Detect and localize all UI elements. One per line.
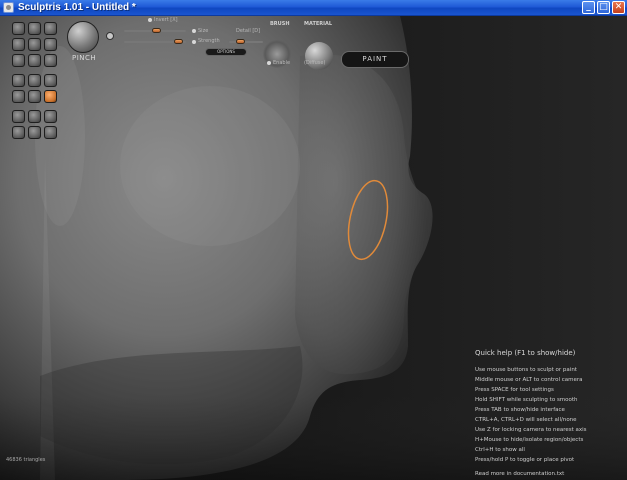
invert-radio[interactable] bbox=[148, 18, 152, 22]
strength-label: Strength bbox=[198, 38, 220, 44]
tool-palette bbox=[8, 20, 60, 139]
title-bar: Sculptris 1.01 - Untitled * _ □ ✕ bbox=[0, 0, 627, 16]
flatten-tool-icon[interactable] bbox=[12, 38, 25, 51]
rotate-tool-icon[interactable] bbox=[44, 22, 57, 35]
help-line: Hold SHIFT while sculpting to smooth bbox=[475, 397, 578, 403]
material-section-label: MATERIAL bbox=[304, 21, 333, 27]
new-sphere-icon[interactable] bbox=[12, 110, 25, 123]
app-icon[interactable] bbox=[3, 2, 14, 13]
pinch-tool-icon[interactable] bbox=[44, 90, 57, 103]
brush-section-label: BRUSH bbox=[270, 21, 290, 27]
reduce-tool-icon[interactable] bbox=[44, 54, 57, 67]
help-line: Press SPACE for tool settings bbox=[475, 387, 554, 393]
help-read-more: Read more in documentation.txt bbox=[475, 471, 565, 477]
new-plane-icon[interactable] bbox=[28, 110, 41, 123]
strength-radio[interactable] bbox=[192, 40, 196, 44]
size-label: Size bbox=[198, 28, 209, 34]
mask-tool-icon[interactable] bbox=[12, 74, 25, 87]
help-line: Use mouse buttons to sculpt or paint bbox=[475, 367, 577, 373]
scale-tool-icon[interactable] bbox=[44, 38, 57, 51]
quick-help-panel: Quick help (F1 to show/hide) Use mouse b… bbox=[475, 349, 623, 477]
detail-slider-knob[interactable] bbox=[236, 39, 245, 44]
size-slider-knob[interactable] bbox=[152, 28, 161, 33]
paint-button[interactable]: PAINT bbox=[341, 51, 409, 68]
brush-enable-label: Enable bbox=[273, 60, 291, 66]
help-line: H+Mouse to hide/isolate region/objects bbox=[475, 437, 584, 443]
detail-label: Detail [D] bbox=[236, 28, 261, 34]
current-brush-icon[interactable] bbox=[67, 21, 99, 53]
export-icon[interactable] bbox=[44, 126, 57, 139]
help-line: Use Z for locking camera to nearest axis bbox=[475, 427, 587, 433]
sphere-tool-icon[interactable] bbox=[12, 90, 25, 103]
brush-enable-radio[interactable] bbox=[267, 61, 271, 65]
brush-name: PINCH bbox=[72, 54, 97, 62]
maximize-button[interactable]: □ bbox=[597, 1, 610, 14]
sculpt-viewport[interactable]: PINCH Invert [X] Size Detail [D] Strengt… bbox=[0, 16, 627, 480]
wave-tool-icon[interactable] bbox=[28, 90, 41, 103]
triangle-count: 46836 triangles bbox=[6, 457, 46, 463]
close-button[interactable]: ✕ bbox=[612, 1, 625, 14]
brush-falloff-icon[interactable] bbox=[106, 32, 114, 40]
subdivide-icon[interactable] bbox=[44, 110, 57, 123]
material-name: (Diffuse) bbox=[304, 60, 326, 66]
help-line: Ctrl+H to show all bbox=[475, 447, 525, 453]
minimize-button[interactable]: _ bbox=[582, 1, 595, 14]
size-radio[interactable] bbox=[192, 29, 196, 33]
help-line: Press/hold P to toggle or place pivot bbox=[475, 457, 575, 463]
open-icon[interactable] bbox=[28, 126, 41, 139]
window-title: Sculptris 1.01 - Untitled * bbox=[18, 2, 136, 13]
symmetry-tool-icon[interactable] bbox=[28, 74, 41, 87]
help-line: Middle mouse or ALT to control camera bbox=[475, 377, 583, 383]
help-title: Quick help (F1 to show/hide) bbox=[475, 349, 576, 357]
draw-tool-icon[interactable] bbox=[12, 22, 25, 35]
help-line: CTRL+A, CTRL+D will select all/none bbox=[475, 417, 577, 423]
inflate-tool-icon[interactable] bbox=[28, 38, 41, 51]
detail-slider[interactable] bbox=[229, 41, 263, 43]
options-button[interactable]: OPTIONS bbox=[205, 48, 247, 56]
strength-slider-knob[interactable] bbox=[174, 39, 183, 44]
save-icon[interactable] bbox=[12, 126, 25, 139]
help-line: Press TAB to show/hide interface bbox=[475, 407, 565, 413]
grab-tool-icon[interactable] bbox=[12, 54, 25, 67]
crease-tool-icon[interactable] bbox=[28, 22, 41, 35]
wireframe-tool-icon[interactable] bbox=[44, 74, 57, 87]
invert-label: Invert [X] bbox=[154, 17, 178, 23]
smooth-tool-icon[interactable] bbox=[28, 54, 41, 67]
